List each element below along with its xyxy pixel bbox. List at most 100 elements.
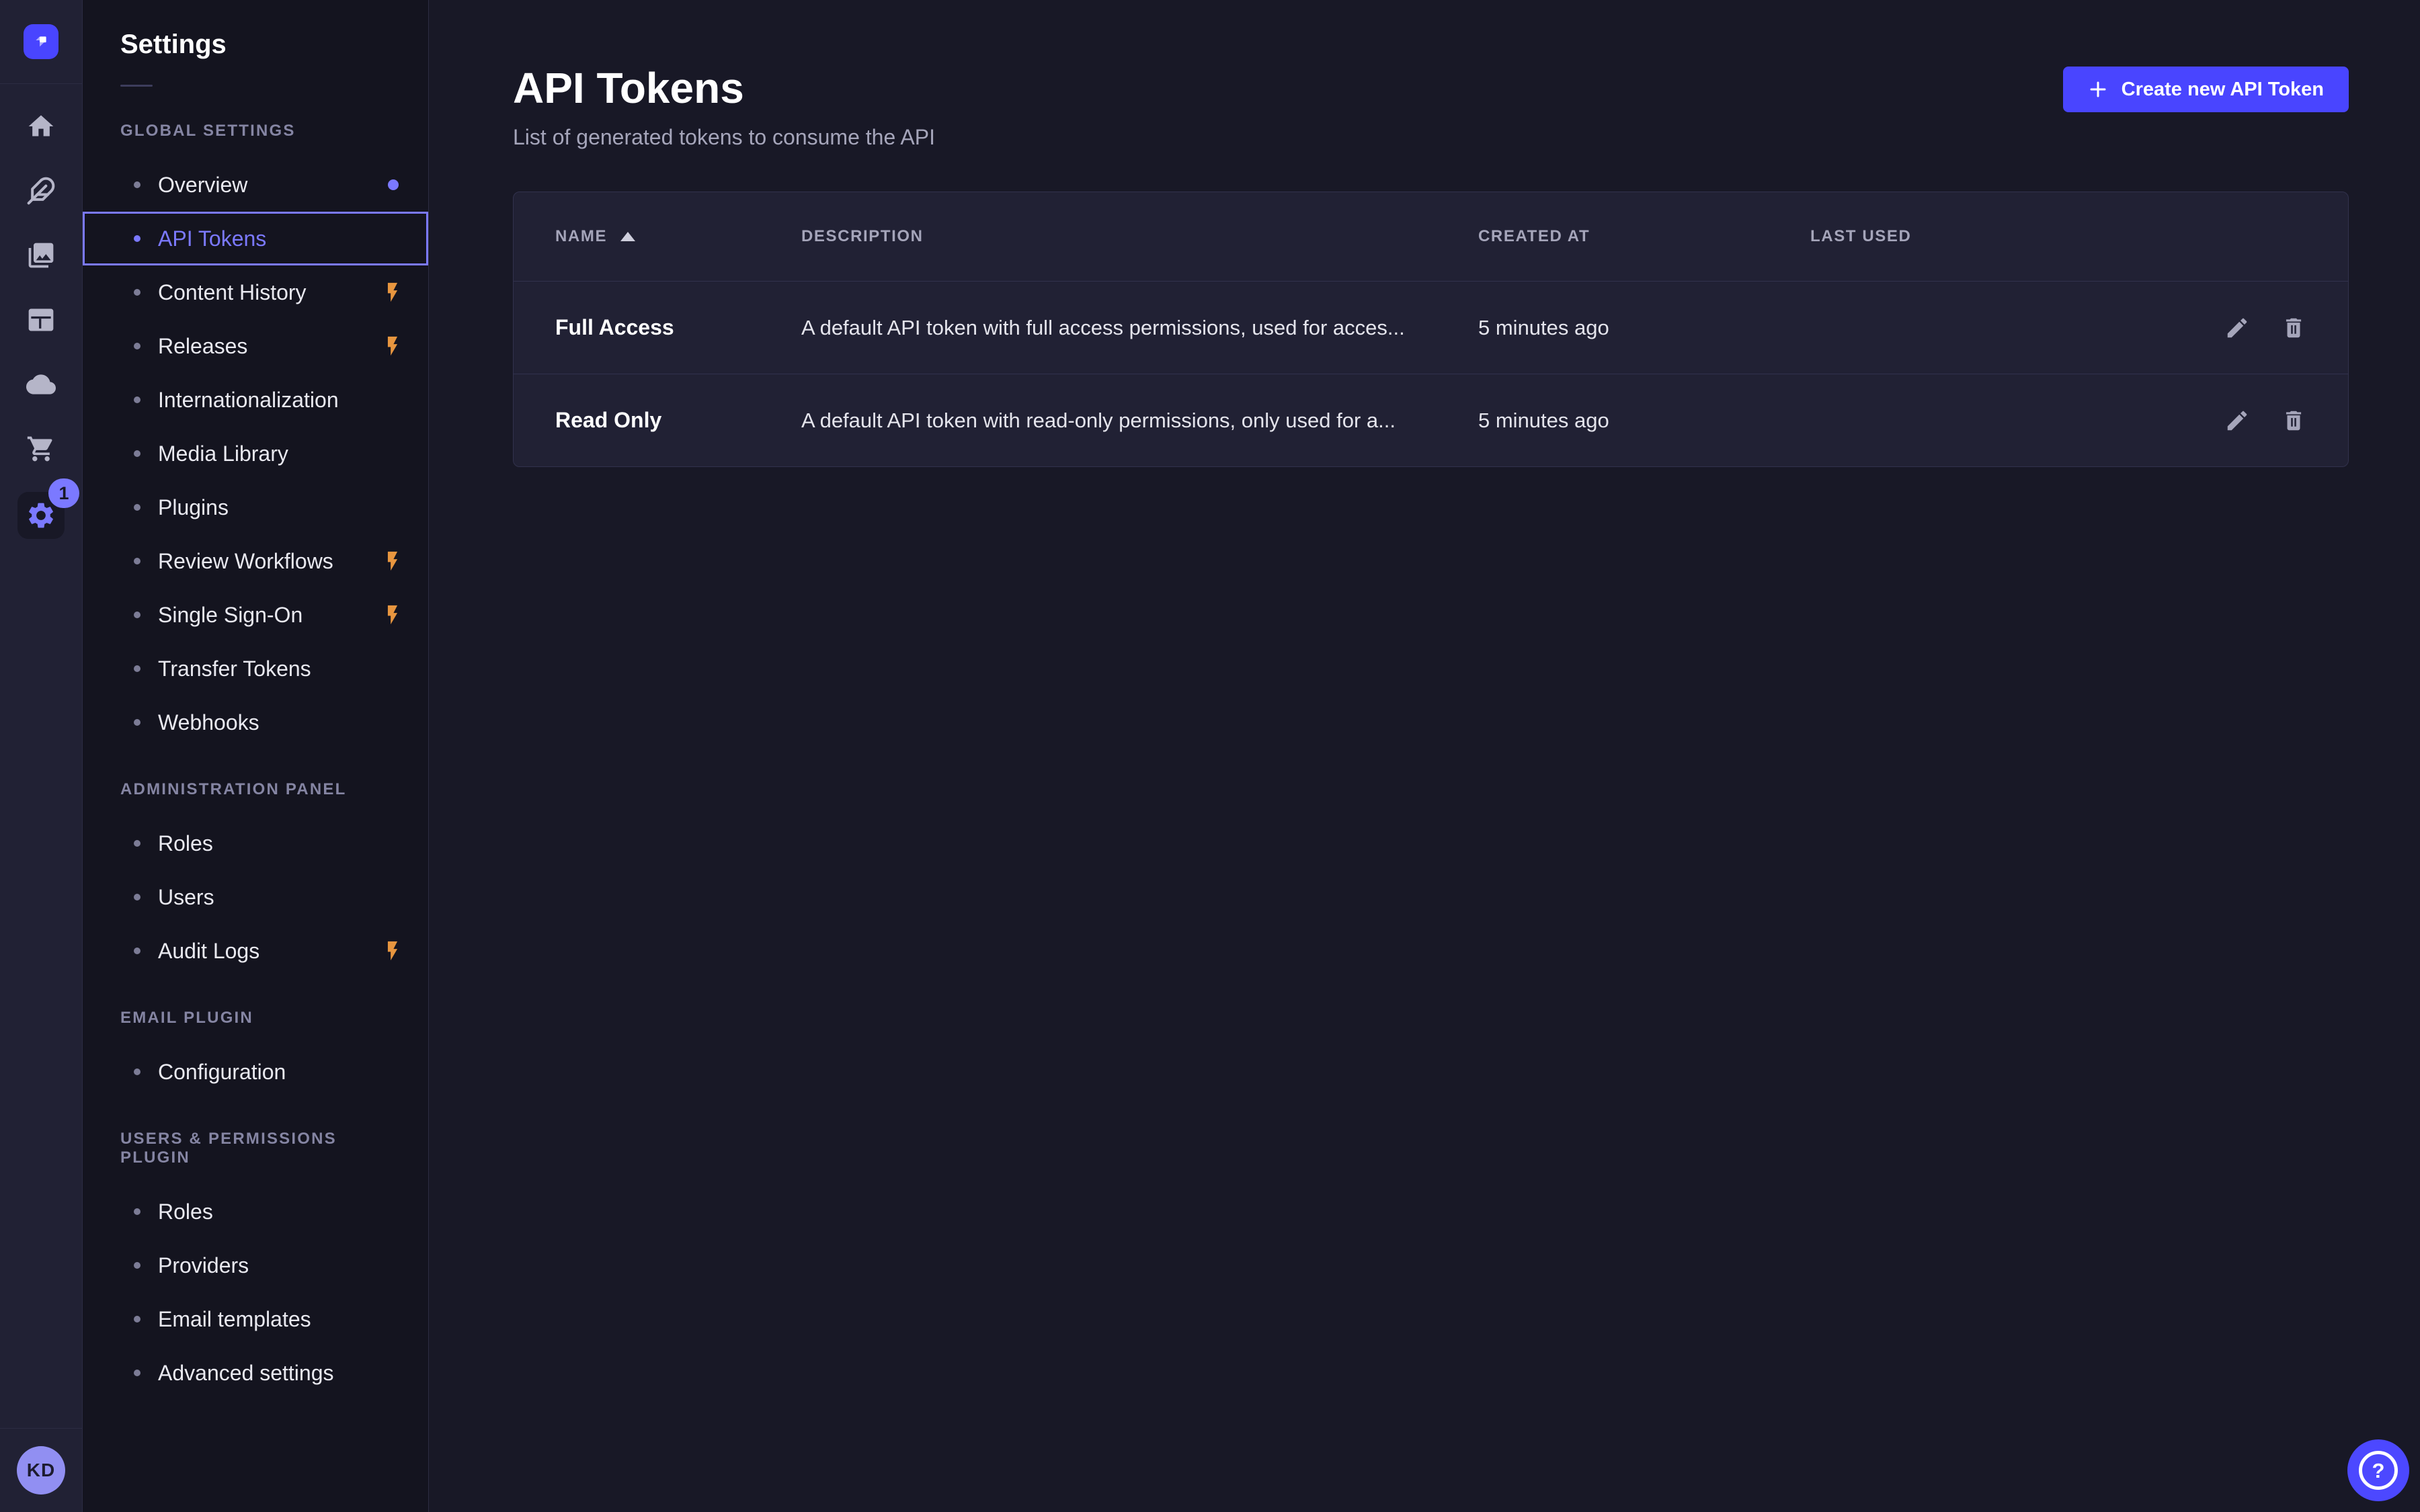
page-title-block: API Tokens List of generated tokens to c… — [513, 65, 935, 150]
token-description: A default API token with read-only permi… — [801, 409, 1478, 433]
sort-asc-icon — [620, 232, 635, 241]
sidebar-item-webhooks[interactable]: Webhooks — [83, 696, 428, 749]
sidebar-item-releases[interactable]: Releases — [83, 319, 428, 373]
bullet-icon — [134, 1262, 140, 1269]
row-actions — [2138, 408, 2306, 433]
sidebar-item-overview[interactable]: Overview — [83, 158, 428, 212]
strapi-logo[interactable] — [24, 24, 58, 59]
sidebar-item-media-library[interactable]: Media Library — [83, 427, 428, 480]
table-row-full-access[interactable]: Full Access A default API token with ful… — [514, 281, 2348, 374]
rail-icon-list: 1 — [0, 84, 82, 539]
sidebar-item-plugins[interactable]: Plugins — [83, 480, 428, 534]
trash-icon — [2281, 408, 2306, 433]
delete-token-button[interactable] — [2281, 408, 2306, 433]
nav-home[interactable] — [26, 112, 56, 141]
section-label-administration-panel: ADMINISTRATION PANEL — [120, 780, 404, 799]
lightning-bolt-icon — [381, 550, 404, 573]
bullet-icon — [134, 948, 140, 954]
section-label-global-settings: GLOBAL SETTINGS — [120, 122, 404, 140]
sidebar-item-transfer-tokens[interactable]: Transfer Tokens — [83, 642, 428, 696]
feather-icon — [26, 176, 56, 206]
pencil-icon — [2224, 315, 2250, 341]
sidebar-item-email-templates[interactable]: Email templates — [83, 1292, 428, 1346]
main-content: API Tokens List of generated tokens to c… — [429, 0, 2420, 1512]
column-header-description: DESCRIPTION — [801, 227, 1478, 246]
section-label-email-plugin: EMAIL PLUGIN — [120, 1009, 404, 1027]
sidebar-item-review-workflows[interactable]: Review Workflows — [83, 534, 428, 588]
sidebar-item-providers[interactable]: Providers — [83, 1238, 428, 1292]
nav-content-type-builder[interactable] — [26, 176, 56, 206]
bullet-icon — [134, 1316, 140, 1322]
bullet-icon — [134, 1208, 140, 1215]
token-description: A default API token with full access per… — [801, 316, 1478, 340]
help-button[interactable]: ? — [2347, 1439, 2409, 1501]
cloud-icon — [26, 370, 56, 399]
media-library-icon — [26, 241, 56, 270]
delete-token-button[interactable] — [2281, 315, 2306, 341]
sidebar-item-advanced-settings[interactable]: Advanced settings — [83, 1346, 428, 1400]
lightning-bolt-icon — [381, 939, 404, 962]
nav-marketplace[interactable] — [26, 434, 56, 464]
bullet-icon — [134, 181, 140, 188]
sidebar-item-audit-logs[interactable]: Audit Logs — [83, 924, 428, 978]
token-created-at: 5 minutes ago — [1478, 409, 1810, 433]
create-button-label: Create new API Token — [2122, 79, 2324, 101]
nav-media-library[interactable] — [26, 241, 56, 270]
edit-token-button[interactable] — [2224, 315, 2250, 341]
lightning-bolt-icon — [381, 603, 404, 626]
page-subtitle: List of generated tokens to consume the … — [513, 125, 935, 150]
sidebar-item-users[interactable]: Users — [83, 870, 428, 924]
table-row-read-only[interactable]: Read Only A default API token with read-… — [514, 374, 2348, 466]
nav-settings-active[interactable]: 1 — [17, 492, 65, 539]
rail-divider — [0, 1428, 82, 1429]
sidebar-item-roles-admin[interactable]: Roles — [83, 816, 428, 870]
sidebar-item-content-history[interactable]: Content History — [83, 265, 428, 319]
api-tokens-table: NAME DESCRIPTION CREATED AT LAST USED Fu… — [513, 192, 2349, 467]
column-header-last-used: LAST USED — [1810, 227, 2138, 246]
nav-deploy[interactable] — [26, 370, 56, 399]
token-created-at: 5 minutes ago — [1478, 316, 1810, 340]
bullet-icon — [134, 343, 140, 349]
bullet-icon — [134, 1370, 140, 1376]
sidebar-item-single-sign-on[interactable]: Single Sign-On — [83, 588, 428, 642]
plus-icon — [2088, 79, 2108, 99]
section-label-users-permissions-plugin: USERS & PERMISSIONS PLUGIN — [120, 1130, 404, 1167]
token-name: Read Only — [555, 408, 801, 433]
sidebar-item-configuration[interactable]: Configuration — [83, 1045, 428, 1099]
token-name: Full Access — [555, 315, 801, 340]
settings-sidebar: Settings GLOBAL SETTINGS Overview API To… — [83, 0, 429, 1512]
bullet-icon — [134, 396, 140, 403]
user-avatar[interactable]: KD — [17, 1446, 65, 1495]
question-mark-icon: ? — [2359, 1451, 2398, 1490]
rail-bottom: KD — [0, 1428, 82, 1512]
strapi-admin-app: 1 KD Settings GLOBAL SETTINGS Overview A… — [0, 0, 2420, 1512]
create-api-token-button[interactable]: Create new API Token — [2063, 67, 2349, 112]
strapi-logo-icon — [30, 30, 52, 53]
home-icon — [26, 112, 56, 141]
bullet-icon — [134, 719, 140, 726]
bullet-icon — [134, 612, 140, 618]
lightning-bolt-icon — [381, 335, 404, 358]
layout-icon — [26, 305, 56, 335]
bullet-icon — [134, 558, 140, 564]
pencil-icon — [2224, 408, 2250, 433]
edit-token-button[interactable] — [2224, 408, 2250, 433]
gear-icon — [26, 500, 56, 531]
main-nav-rail: 1 KD — [0, 0, 83, 1512]
page-title: API Tokens — [513, 65, 935, 112]
bullet-icon — [134, 504, 140, 511]
bullet-icon — [134, 840, 140, 847]
settings-notification-badge: 1 — [48, 478, 79, 508]
bullet-icon — [134, 894, 140, 900]
column-header-name[interactable]: NAME — [555, 227, 801, 246]
sidebar-item-api-tokens[interactable]: API Tokens — [83, 212, 428, 265]
trash-icon — [2281, 315, 2306, 341]
nav-layouts[interactable] — [26, 305, 56, 335]
bullet-icon — [134, 665, 140, 672]
bullet-icon — [134, 235, 140, 242]
sidebar-item-roles-up[interactable]: Roles — [83, 1185, 428, 1238]
title-divider — [120, 85, 153, 87]
cart-icon — [26, 434, 56, 464]
sidebar-item-internationalization[interactable]: Internationalization — [83, 373, 428, 427]
row-actions — [2138, 315, 2306, 341]
